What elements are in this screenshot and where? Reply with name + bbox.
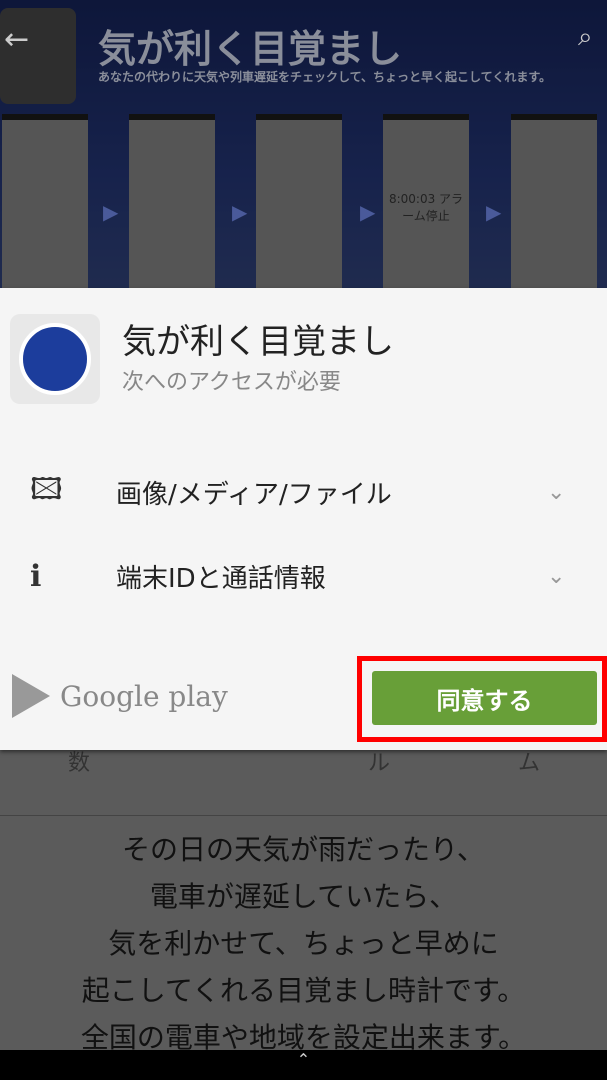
banner-title: 気が利く目覚まし — [98, 27, 403, 71]
screenshot-thumb[interactable] — [511, 114, 597, 308]
chevron-right-icon: ▶ — [360, 200, 376, 224]
agree-button[interactable]: 同意する — [372, 671, 597, 725]
permission-label: 画像/メディア/ファイル — [116, 479, 392, 510]
description-line: その日の天気が雨だったり、 — [122, 833, 485, 866]
description-line: 気を利かせて、ちょっと早めに — [108, 927, 499, 960]
app-icon — [10, 314, 100, 404]
screenshot-banner: ← 気が利く目覚まし あなたの代わりに天気や列車遅延をチェックして、ちょっと早く… — [0, 0, 607, 308]
permission-label: 端末IDと通話情報 — [116, 563, 326, 594]
play-icon — [12, 674, 50, 718]
arrow-left-icon[interactable]: ← — [4, 22, 29, 57]
photo-icon: 🖾 — [30, 471, 63, 507]
chevron-right-icon: ▶ — [103, 200, 119, 224]
google-play-logo: Google play — [12, 674, 228, 718]
screenshot-thumb[interactable] — [256, 114, 342, 308]
dialog-subtitle: 次へのアクセスが必要 — [122, 370, 341, 395]
permission-item-device-id[interactable]: ℹ 端末IDと通話情報 ⌄ — [0, 546, 607, 606]
app-description: その日の天気が雨だったり、 電車が遅延していたら、 気を利かせて、ちょっと早めに… — [0, 826, 607, 1061]
description-line: 起こしてくれる目覚まし時計です。 — [81, 974, 526, 1007]
description-line: 電車が遅延していたら、 — [149, 880, 458, 913]
banner-subtitle: あなたの代わりに天気や列車遅延をチェックして、ちょっと早く起こしてくれます。 — [98, 70, 552, 84]
phone-info-icon: ℹ — [30, 558, 42, 594]
chevron-right-icon: ▶ — [232, 200, 248, 224]
store-label: Google play — [60, 679, 228, 713]
permission-item-media[interactable]: 🖾 画像/メディア/ファイル ⌄ — [0, 462, 607, 522]
nav-bar: ⌃ — [0, 1050, 607, 1080]
chevron-down-icon[interactable]: ⌄ — [547, 480, 607, 505]
chevron-right-icon: ▶ — [486, 200, 502, 224]
search-icon[interactable]: ⌕ — [578, 22, 593, 53]
chevron-up-icon[interactable]: ⌃ — [297, 1050, 310, 1069]
app-name: 気が利く目覚まし — [122, 322, 394, 362]
screenshot-thumb[interactable] — [129, 114, 215, 308]
screenshot-thumb[interactable]: 8:00:03 アラーム停止 — [383, 114, 469, 308]
permission-dialog: 気が利く目覚まし 次へのアクセスが必要 🖾 画像/メディア/ファイル ⌄ ℹ 端… — [0, 288, 607, 750]
screenshot-thumb[interactable] — [2, 114, 88, 308]
divider — [0, 815, 607, 816]
alarm-clock-icon — [19, 323, 91, 395]
chevron-down-icon[interactable]: ⌄ — [547, 564, 607, 589]
